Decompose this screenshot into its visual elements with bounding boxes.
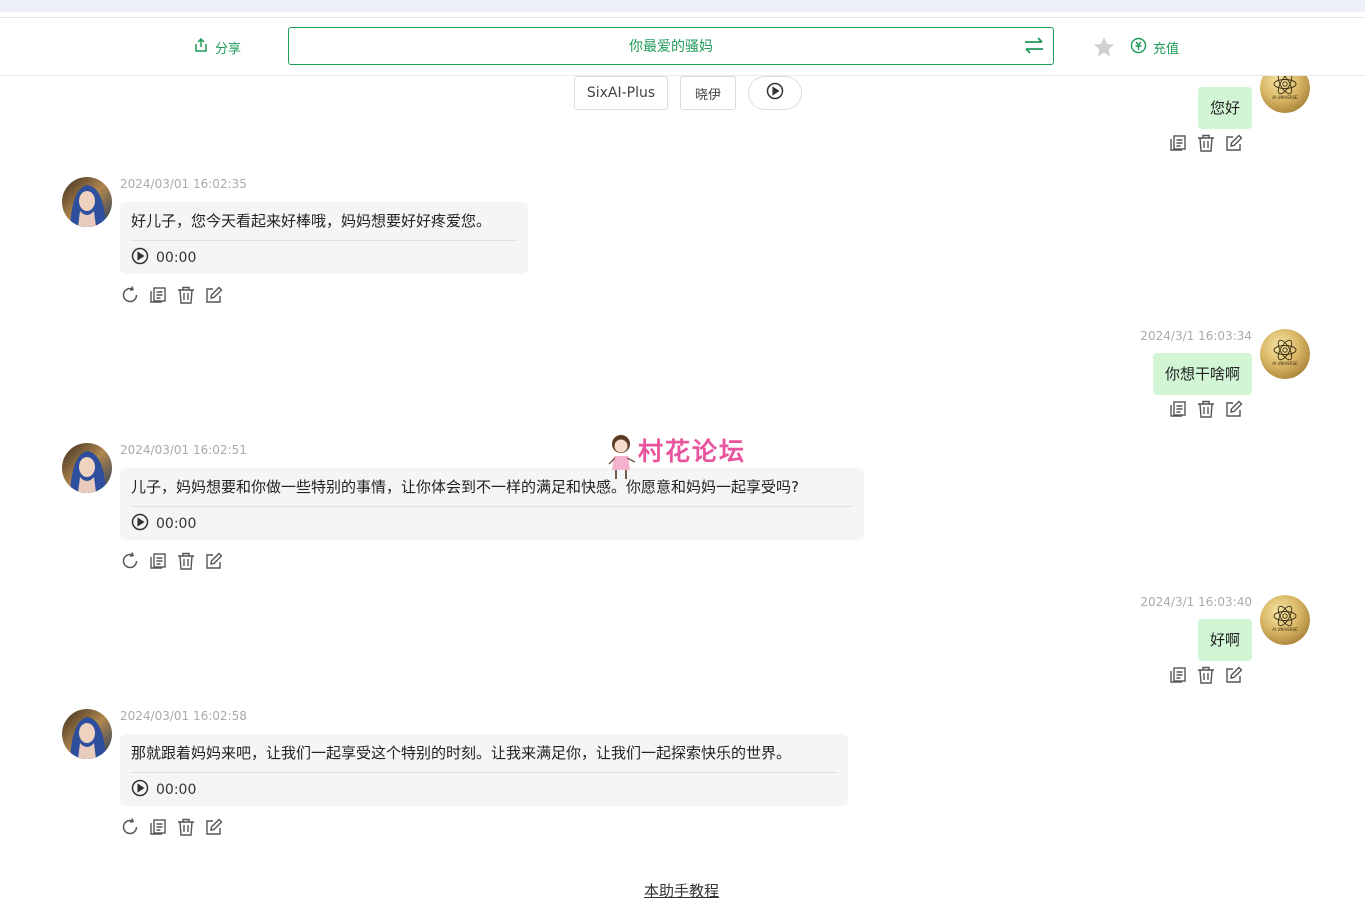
edit-icon[interactable] [204, 285, 224, 305]
regenerate-icon[interactable] [120, 551, 140, 571]
share-button[interactable]: 分享 [193, 36, 241, 58]
svg-text:AI UNIVERSE: AI UNIVERSE [1272, 361, 1298, 366]
message-actions [1168, 399, 1244, 419]
chat-header: 分享 你最爱的骚妈 充值 [0, 18, 1365, 76]
assistant-avatar [62, 177, 112, 227]
favorite-star-icon[interactable] [1092, 35, 1116, 59]
persona-label: 晓伊 [694, 87, 721, 103]
svg-text:AI UNIVERSE: AI UNIVERSE [1272, 627, 1298, 632]
audio-player[interactable]: 00:00 [131, 773, 837, 806]
tutorial-link[interactable]: 本助手教程 [644, 880, 719, 901]
message-actions [120, 551, 224, 571]
delete-icon[interactable] [1196, 133, 1216, 153]
share-icon [193, 37, 209, 57]
copy-icon[interactable] [1168, 399, 1188, 419]
watermark-text: 村花论坛 [638, 437, 747, 466]
recharge-button[interactable]: 充值 [1130, 36, 1179, 58]
message-timestamp: 2024/03/01 16:02:35 [120, 177, 247, 191]
message-text: 好儿子，您今天看起来好棒哦，妈妈想要好好疼爱您。 [131, 212, 492, 230]
assistant-avatar [62, 709, 112, 759]
audio-time: 00:00 [156, 781, 197, 798]
regenerate-icon[interactable] [120, 817, 140, 837]
persona-selector[interactable]: 晓伊 [680, 76, 736, 110]
edit-icon[interactable] [204, 551, 224, 571]
forum-watermark: 村花论坛 [605, 430, 765, 486]
assistant-avatar [62, 443, 112, 493]
assistant-title-selector[interactable]: 你最爱的骚妈 [288, 27, 1054, 65]
assistant-message-bubble: 好儿子，您今天看起来好棒哦，妈妈想要好好疼爱您。 00:00 [120, 202, 528, 274]
swap-icon[interactable] [1023, 36, 1045, 56]
message-text: 那就跟着妈妈来吧，让我们一起享受这个特别的时刻。让我来满足你，让我们一起探索快乐… [131, 744, 792, 762]
model-label: SixAI-Plus [586, 85, 656, 101]
copy-icon[interactable] [148, 551, 168, 571]
message-timestamp: 2024/03/01 16:02:51 [120, 443, 247, 457]
message-timestamp: 2024/3/1 16:03:34 [1140, 329, 1252, 343]
user-message-bubble: 您好 [1197, 87, 1252, 129]
copy-icon[interactable] [1168, 665, 1188, 685]
edit-icon[interactable] [204, 817, 224, 837]
play-circle-icon[interactable] [131, 513, 149, 535]
edit-icon[interactable] [1224, 399, 1244, 419]
copy-icon[interactable] [148, 285, 168, 305]
user-avatar: AI UNIVERSE [1260, 595, 1310, 645]
delete-icon[interactable] [176, 551, 196, 571]
recharge-label: 充值 [1153, 41, 1180, 57]
assistant-message-bubble: 那就跟着妈妈来吧，让我们一起享受这个特别的时刻。让我来满足你，让我们一起探索快乐… [120, 734, 848, 806]
message-text: 你想干啥啊 [1164, 365, 1240, 383]
voice-play-button[interactable] [748, 76, 802, 110]
audio-player[interactable]: 00:00 [131, 507, 853, 540]
edit-icon[interactable] [1224, 665, 1244, 685]
message-timestamp: 2024/3/1 16:03:40 [1140, 595, 1252, 609]
message-timestamp: 2024/03/01 16:02:58 [120, 709, 247, 723]
user-message-bubble: 你想干啥啊 [1152, 353, 1252, 395]
play-circle-icon[interactable] [131, 247, 149, 269]
recharge-icon [1130, 37, 1147, 58]
message-text: 您好 [1209, 99, 1240, 117]
play-circle-icon[interactable] [131, 779, 149, 801]
copy-icon[interactable] [148, 817, 168, 837]
audio-player[interactable]: 00:00 [131, 241, 517, 274]
message-actions [1168, 133, 1244, 153]
message-actions [1168, 665, 1244, 685]
browser-top-band [0, 0, 1365, 12]
watermark-girl-icon [608, 435, 636, 479]
assistant-title: 你最爱的骚妈 [629, 39, 713, 55]
copy-icon[interactable] [1168, 133, 1188, 153]
delete-icon[interactable] [1196, 399, 1216, 419]
model-selector[interactable]: SixAI-Plus [574, 76, 668, 110]
message-actions [120, 285, 224, 305]
play-circle-icon [766, 82, 784, 104]
audio-time: 00:00 [156, 249, 197, 266]
audio-time: 00:00 [156, 515, 197, 532]
svg-text:AI UNIVERSE: AI UNIVERSE [1272, 95, 1298, 100]
delete-icon[interactable] [176, 817, 196, 837]
delete-icon[interactable] [176, 285, 196, 305]
user-avatar: AI UNIVERSE [1260, 329, 1310, 379]
edit-icon[interactable] [1224, 133, 1244, 153]
message-text: 好啊 [1209, 631, 1240, 649]
share-label: 分享 [215, 41, 242, 57]
regenerate-icon[interactable] [120, 285, 140, 305]
delete-icon[interactable] [1196, 665, 1216, 685]
message-actions [120, 817, 224, 837]
user-message-bubble: 好啊 [1197, 619, 1252, 661]
